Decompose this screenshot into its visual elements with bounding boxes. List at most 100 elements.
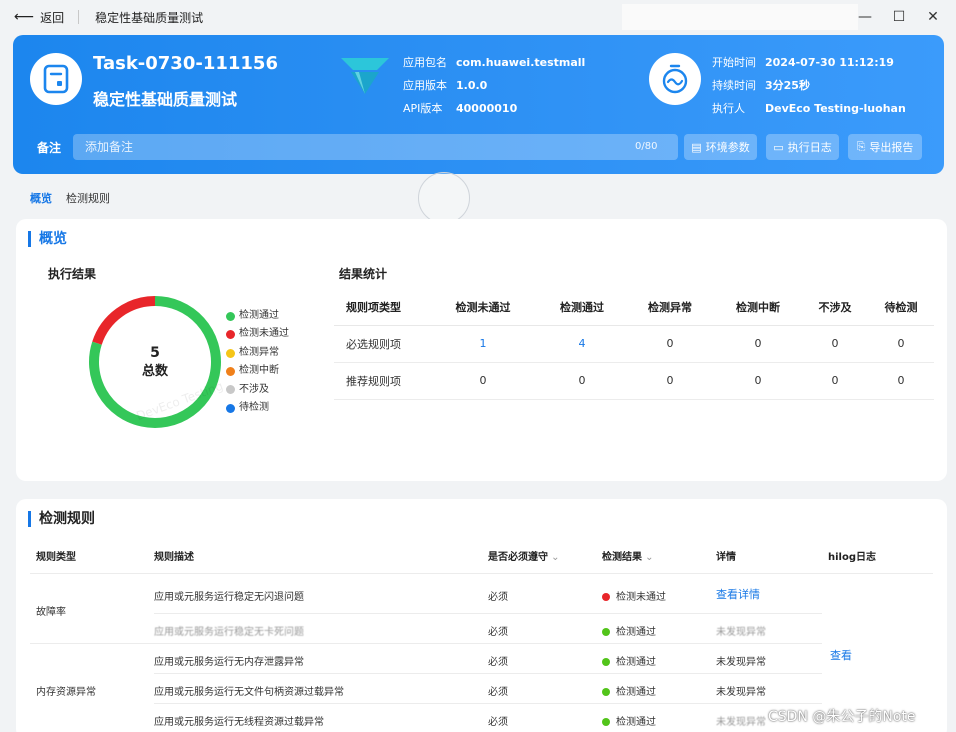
minimize-button[interactable]: — [850, 9, 880, 25]
close-button[interactable]: ✕ [918, 9, 948, 25]
rule-detail: 未发现异常 [716, 687, 766, 698]
legend-item: 待检测 [226, 399, 289, 417]
legend-item: 不涉及 [226, 381, 289, 399]
note-input[interactable] [73, 134, 678, 160]
export-report-button[interactable]: ⎘ 导出报告 [848, 134, 922, 160]
window-controls: — ☐ ✕ [850, 0, 948, 34]
stats-cell: 必选规则项 [334, 325, 428, 363]
task-id: Task-0730-111156 [93, 53, 278, 74]
rule-required: 必须 [488, 717, 508, 728]
row-divider [154, 703, 822, 704]
stats-header-cell: 检测异常 [626, 289, 714, 326]
exec-log-button[interactable]: ▭ 执行日志 [766, 134, 839, 160]
rule-required: 必须 [488, 627, 508, 638]
legend-dot-icon [226, 311, 235, 321]
stats-cell: 0 [802, 325, 868, 363]
click-ripple-indicator [418, 172, 470, 224]
row-divider [30, 643, 822, 644]
rule-result-label: 检测通过 [616, 627, 656, 638]
env-params-button[interactable]: ▤ 环境参数 [684, 134, 757, 160]
executor-key: 执行人 [712, 102, 745, 115]
rule-detail: 未发现异常 [716, 627, 766, 638]
stats-cell: 0 [714, 325, 802, 363]
legend-item: 检测中断 [226, 362, 289, 380]
view-details-link[interactable]: 查看详情 [716, 586, 760, 602]
rules-header-required[interactable]: 是否必须遵守 ⌄ [488, 548, 560, 563]
legend-item: 检测未通过 [226, 325, 289, 343]
rules-header-divider [30, 573, 933, 574]
page-tabs: 概览 检测规则 [30, 190, 110, 206]
api-version-key: API版本 [403, 102, 443, 115]
stats-cell: 0 [428, 362, 538, 400]
titlebar-divider [78, 10, 80, 24]
rule-desc: 应用或元服务运行稳定无卡死问题 [154, 627, 304, 638]
rule-desc: 应用或元服务运行无文件句柄资源过载异常 [154, 687, 344, 698]
note-label: 备注 [37, 141, 62, 155]
status-dot-icon [602, 688, 610, 696]
rule-type-failure-rate: 故障率 [36, 607, 66, 618]
overview-title: 概览 [28, 231, 67, 247]
app-info: 应用包名 com.huawei.testmall 应用版本 1.0.0 API版本 4… [403, 51, 585, 120]
legend-dot-icon [226, 385, 235, 395]
rule-result-label: 检测未通过 [616, 592, 666, 603]
stats-header-cell: 不涉及 [802, 289, 868, 326]
donut-total-value: 5 [150, 345, 160, 361]
tab-rules[interactable]: 检测规则 [66, 190, 110, 206]
stats-cell: 0 [538, 362, 626, 400]
rule-required: 必须 [488, 687, 508, 698]
run-info: 开始时间 2024-07-30 11:12:19 持续时间 3分25秒 执行人 Dev… [712, 51, 906, 120]
hilog-view-link[interactable]: 查看 [830, 647, 852, 663]
row-divider [154, 673, 822, 674]
required-header-label: 是否必须遵守 [488, 552, 548, 563]
rule-result-label: 检测通过 [616, 717, 656, 728]
rules-header-hilog: hilog日志 [828, 552, 877, 563]
rule-result: 检测通过 [602, 713, 656, 728]
stats-table: 规则项类型 检测未通过 检测通过 检测异常 检测中断 不涉及 待检测 必选规则项… [334, 289, 934, 400]
start-time-value: 2024-07-30 11:12:19 [765, 56, 894, 69]
rules-header-type: 规则类型 [36, 552, 76, 563]
rules-header-desc: 规则描述 [154, 552, 194, 563]
csdn-watermark: CSDN @朱公子的Note [768, 709, 916, 725]
stats-cell: 0 [714, 362, 802, 400]
rules-card: 检测规则 规则类型 规则描述 是否必须遵守 ⌄ 检测结果 ⌄ 详情 hilog日… [16, 499, 947, 732]
result-header-label: 检测结果 [602, 552, 642, 563]
back-label: 返回 [40, 10, 65, 25]
stats-header-cell: 检测通过 [538, 289, 626, 326]
sort-chevron-icon: ⌄ [642, 552, 654, 563]
note-char-count: 0/80 [635, 141, 658, 152]
legend-dot-icon [226, 348, 235, 358]
stats-header-cell: 检测中断 [714, 289, 802, 326]
rules-header-result[interactable]: 检测结果 ⌄ [602, 548, 654, 563]
back-button[interactable]: ⟵ 返回 [0, 9, 64, 26]
legend-item: 检测异常 [226, 344, 289, 362]
donut-total-label: 总数 [142, 363, 169, 379]
titlebar-drag-area [622, 4, 858, 30]
app-logo-icon [341, 58, 389, 94]
stats-cell: 0 [626, 325, 714, 363]
legend-label: 检测异常 [239, 346, 279, 358]
rule-result: 检测通过 [602, 683, 656, 698]
tab-overview[interactable]: 概览 [30, 190, 52, 206]
rules-title: 检测规则 [28, 511, 95, 527]
window-title: 稳定性基础质量测试 [95, 10, 204, 25]
donut-legend: 检测通过 检测未通过 检测异常 检测中断 不涉及 待检测 [226, 307, 289, 417]
stats-failed-link[interactable]: 1 [428, 325, 538, 363]
maximize-button[interactable]: ☐ [884, 9, 914, 25]
exec-log-label: 执行日志 [787, 141, 832, 154]
params-icon: ▤ [691, 140, 702, 154]
export-report-label: 导出报告 [869, 141, 914, 154]
legend-label: 检测中断 [239, 365, 279, 377]
exec-result-title: 执行结果 [48, 267, 97, 281]
status-dot-icon [602, 718, 610, 726]
rule-detail: 未发现异常 [716, 657, 766, 668]
rule-result-label: 检测通过 [616, 657, 656, 668]
rule-result: 检测未通过 [602, 588, 666, 603]
app-version-value: 1.0.0 [456, 79, 488, 92]
stats-passed-link[interactable]: 4 [538, 325, 626, 363]
rule-required: 必须 [488, 592, 508, 603]
app-package-value: com.huawei.testmall [456, 56, 586, 69]
stats-row-required: 必选规则项 1 4 0 0 0 0 [334, 325, 934, 363]
legend-dot-icon [226, 403, 235, 413]
rules-header-detail: 详情 [716, 552, 736, 563]
rule-required: 必须 [488, 657, 508, 668]
